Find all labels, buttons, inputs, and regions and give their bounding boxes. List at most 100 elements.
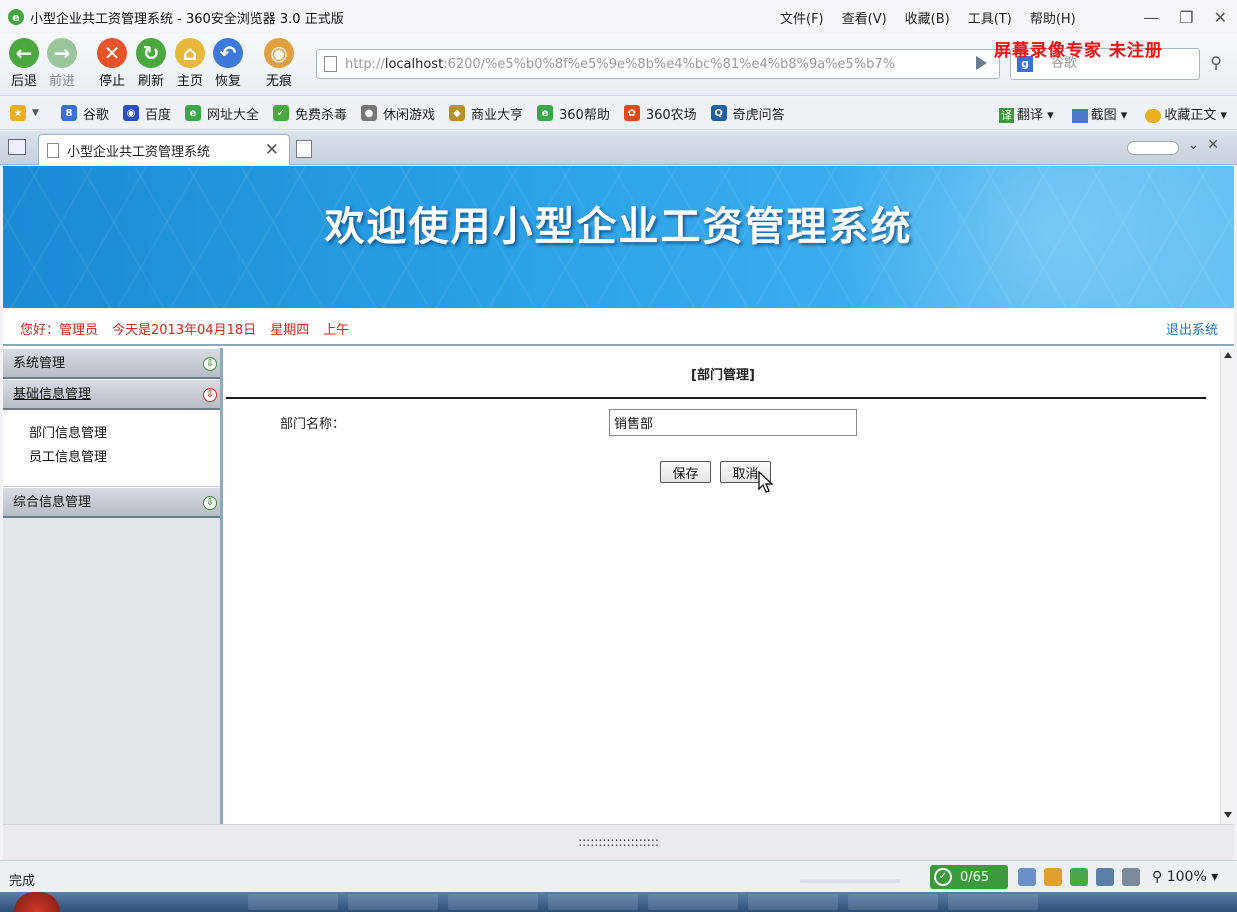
menu-favorites[interactable]: 收藏(B) xyxy=(905,8,950,27)
forward-button[interactable]: → 前进 xyxy=(42,38,82,89)
maximize-icon[interactable]: ❐ xyxy=(1179,8,1193,27)
greeting-text: 您好：管理员 xyxy=(20,323,99,338)
url-host: localhost xyxy=(384,56,444,72)
gamepad-icon: ● xyxy=(360,105,377,121)
menu-label: 系统管理 xyxy=(13,356,66,371)
fav-games[interactable]: ● 休闲游戏 xyxy=(360,104,435,123)
screenshot-button[interactable]: 截图 ▾ xyxy=(1071,104,1127,123)
taskbar-item[interactable] xyxy=(748,894,838,910)
menu-file[interactable]: 文件(F) xyxy=(780,8,824,27)
collapse-icon: ⇩ xyxy=(203,388,217,402)
restore-button[interactable]: ↶ 恢复 xyxy=(208,38,248,89)
translate-button[interactable]: 译翻译 ▾ xyxy=(998,104,1054,123)
security-counter[interactable]: ✓ 0/65 xyxy=(930,865,1008,889)
fav-label: 360帮助 xyxy=(559,107,610,123)
scroll-down-icon[interactable] xyxy=(1224,812,1232,818)
menu-label: 基础信息管理 xyxy=(13,387,92,402)
menu-basic-info[interactable]: 基础信息管理 ⇩ xyxy=(3,379,220,410)
save-button[interactable]: 保存 xyxy=(660,461,711,483)
vertical-scrollbar[interactable] xyxy=(1220,348,1234,824)
user-greeting: 您好：管理员 今天是2013年04月18日 星期四 上午 xyxy=(20,319,363,338)
web-page: 欢迎使用小型企业工资管理系统 您好：管理员 今天是2013年04月18日 星期四 上午… xyxy=(3,166,1234,860)
form-title: [部门管理] xyxy=(691,368,755,383)
logout-link[interactable]: 退出系统 xyxy=(1166,319,1218,338)
main-content: [部门管理] 部门名称： 保存 取消 xyxy=(226,348,1220,824)
fav-google[interactable]: 8 谷歌 xyxy=(60,104,109,123)
home-button[interactable]: ⌂ 主页 xyxy=(170,38,210,89)
menu-tools[interactable]: 工具(T) xyxy=(968,8,1012,27)
submenu-department-info[interactable]: 部门信息管理 xyxy=(29,422,220,446)
fav-label: 网址大全 xyxy=(206,107,259,123)
start-button[interactable] xyxy=(14,892,60,912)
window-titlebar: e 小型企业共工资管理系统 - 360安全浏览器 3.0 正式版 文件(F) 查… xyxy=(0,0,1237,34)
refresh-button[interactable]: ↻ 刷新 xyxy=(131,38,171,89)
fav-antivirus[interactable]: ✓ 免费杀毒 xyxy=(272,104,347,123)
scroll-up-icon[interactable] xyxy=(1224,352,1232,358)
fav-url-directory[interactable]: e 网址大全 xyxy=(184,104,259,123)
sidebar-toggle-icon[interactable] xyxy=(8,139,26,155)
search-icon[interactable]: ⚲ xyxy=(1210,53,1222,72)
counter-label: 0/65 xyxy=(960,869,990,885)
zoom-control[interactable]: ⚲ 100% ▾ xyxy=(1152,869,1218,885)
plugin-icon[interactable] xyxy=(1044,868,1062,886)
recorder-watermark: 屏幕录像专家 未注册 xyxy=(994,41,1163,61)
close-icon[interactable]: ✕ xyxy=(1214,8,1227,27)
save-text-button[interactable]: 收藏正文 ▾ xyxy=(1145,104,1227,123)
tab-search-pill[interactable] xyxy=(1127,141,1179,155)
paw-icon: ◉ xyxy=(264,38,294,68)
status-text: 完成 xyxy=(9,874,36,889)
menu-comprehensive-info[interactable]: 综合信息管理 ⇩ xyxy=(3,487,220,518)
favorites-tools: 译翻译 ▾ 截图 ▾ 收藏正文 ▾ xyxy=(998,97,1227,130)
menu-system-management[interactable]: 系统管理 ⇩ xyxy=(3,348,220,379)
url-prefix: http:// xyxy=(345,56,385,72)
favorites-bar: ★ ▼ 8 谷歌 ◉ 百度 e 网址大全 ✓ 免费杀毒 ● 休闲游戏 ◆ 商业大亨 e 360帮… xyxy=(0,97,1237,130)
address-bar[interactable]: http://localhost:6200/%e5%b0%8f%e5%9e%8b… xyxy=(316,49,1000,79)
flower-icon: ✿ xyxy=(623,105,640,121)
stop-button[interactable]: ✕ 停止 xyxy=(92,38,132,89)
go-icon[interactable] xyxy=(976,56,987,70)
back-button[interactable]: ← 后退 xyxy=(4,38,44,89)
tab-active[interactable]: 小型企业共工资管理系统 ✕ xyxy=(38,134,290,165)
department-name-input[interactable] xyxy=(609,409,857,436)
fav-baidu[interactable]: ◉ 百度 xyxy=(122,104,171,123)
close-tab-icon[interactable]: ✕ xyxy=(265,140,279,160)
back-arrow-icon: ← xyxy=(9,38,39,68)
taskbar-item[interactable] xyxy=(948,894,1038,910)
incognito-button[interactable]: ◉ 无痕 xyxy=(259,38,299,89)
taskbar-item[interactable] xyxy=(348,894,438,910)
taskbar-item[interactable] xyxy=(848,894,938,910)
safety-icon[interactable] xyxy=(1070,868,1088,886)
fav-business[interactable]: ◆ 商业大亨 xyxy=(449,104,523,123)
submenu-employee-info[interactable]: 员工信息管理 xyxy=(29,446,220,470)
fav-qihoo-qa[interactable]: Q 奇虎问答 xyxy=(710,104,785,123)
speaker-icon[interactable] xyxy=(1122,868,1140,886)
footer-divider-handle[interactable]: :::::::::::::::::::: xyxy=(3,835,1234,849)
new-tab-icon[interactable] xyxy=(296,140,312,158)
menu-view[interactable]: 查看(V) xyxy=(842,8,887,27)
google-fav-icon: 8 xyxy=(60,105,77,121)
menu-help[interactable]: 帮助(H) xyxy=(1030,8,1076,27)
title-divider xyxy=(226,397,1206,399)
screenshot-icon xyxy=(1071,108,1088,123)
tab-label: 小型企业共工资管理系统 xyxy=(67,144,211,160)
home-label: 主页 xyxy=(176,74,203,89)
fav-360-farm[interactable]: ✿ 360农场 xyxy=(623,104,697,123)
download-icon[interactable] xyxy=(1018,868,1036,886)
minimize-icon[interactable]: — xyxy=(1143,8,1159,27)
undo-icon: ↶ xyxy=(213,38,243,68)
taskbar-item[interactable] xyxy=(248,894,338,910)
load-progress xyxy=(800,879,900,883)
page-icon xyxy=(324,56,337,72)
window-icon[interactable] xyxy=(1096,868,1114,886)
fav-label: 商业大亨 xyxy=(471,107,524,123)
fav-label: 360农场 xyxy=(645,107,697,123)
taskbar-item[interactable] xyxy=(548,894,638,910)
tab-controls[interactable]: ⌄✕ xyxy=(1188,137,1227,153)
taskbar-item[interactable] xyxy=(648,894,738,910)
window-title: 小型企业共工资管理系统 - 360安全浏览器 3.0 正式版 xyxy=(30,11,344,27)
favorites-star-button[interactable]: ★ ▼ xyxy=(10,105,39,121)
fav-360-help[interactable]: e 360帮助 xyxy=(537,104,610,123)
fav-label: 免费杀毒 xyxy=(294,107,347,123)
expand-icon: ⇩ xyxy=(203,496,217,510)
taskbar-item[interactable] xyxy=(448,894,538,910)
